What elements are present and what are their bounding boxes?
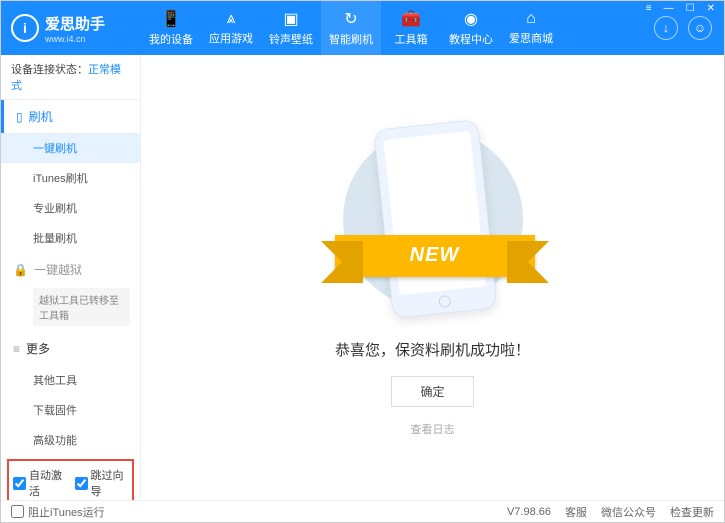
options-row: 自动激活 跳过向导 [7,459,134,500]
sidebar-item-advanced[interactable]: 高级功能 [1,425,140,455]
nav-ringtone[interactable]: ▣铃声壁纸 [261,1,321,55]
phone-icon: 📱 [161,9,181,29]
tutorial-icon: ◉ [464,9,478,29]
phone-icon: ▯ [16,110,23,124]
nav-store[interactable]: ⌂爱思商城 [501,1,561,55]
sidebar-item-onekey-flash[interactable]: 一键刷机 [1,133,140,163]
maximize-icon[interactable]: ☐ [683,3,698,14]
app-url: www.i4.cn [45,34,105,44]
app-name: 爱思助手 [45,13,105,34]
apps-icon: ⩓ [226,10,235,28]
list-icon: ≡ [13,342,20,356]
skip-guide-checkbox[interactable]: 跳过向导 [75,467,129,499]
nav-tabs: 📱我的设备 ⩓应用游戏 ▣铃声壁纸 ↻智能刷机 🧰工具箱 ◉教程中心 ⌂爱思商城 [141,1,654,55]
main-content: NEW 恭喜您，保资料刷机成功啦！ 确定 查看日志 [141,55,724,500]
nav-apps[interactable]: ⩓应用游戏 [201,1,261,55]
nav-tutorial[interactable]: ◉教程中心 [441,1,501,55]
window-controls: ≡ — ☐ ✕ [643,3,718,14]
app-header: ≡ — ☐ ✕ i 爱思助手 www.i4.cn 📱我的设备 ⩓应用游戏 ▣铃声… [1,1,724,55]
success-illustration: NEW [363,119,503,319]
flash-icon: ↻ [344,9,357,29]
auto-activate-checkbox[interactable]: 自动激活 [13,467,67,499]
sidebar-more-header[interactable]: ≡ 更多 [1,332,140,365]
footer: 阻止iTunes运行 V7.98.66 客服 微信公众号 检查更新 [1,500,724,522]
close-icon[interactable]: ✕ [704,3,718,14]
jailbreak-note: 越狱工具已转移至工具箱 [33,288,130,326]
sidebar-item-other-tools[interactable]: 其他工具 [1,365,140,395]
connection-status: 设备连接状态：正常模式 [1,55,140,100]
new-ribbon: NEW [335,235,535,277]
sidebar-item-itunes-flash[interactable]: iTunes刷机 [1,163,140,193]
confirm-button[interactable]: 确定 [391,376,473,407]
nav-toolbox[interactable]: 🧰工具箱 [381,1,441,55]
menu-icon[interactable]: ≡ [643,3,655,14]
sidebar-flash-header[interactable]: ▯ 刷机 [1,100,140,133]
user-icon[interactable]: ☺ [688,16,712,40]
download-icon[interactable]: ↓ [654,16,678,40]
logo-area: i 爱思助手 www.i4.cn [1,13,141,44]
footer-update[interactable]: 检查更新 [670,504,714,520]
store-icon: ⌂ [526,10,536,28]
sidebar-item-batch-flash[interactable]: 批量刷机 [1,223,140,253]
logo-icon: i [11,14,39,42]
header-actions: ↓ ☺ [654,16,724,40]
version-label: V7.98.66 [507,506,551,518]
view-log-link[interactable]: 查看日志 [411,421,455,437]
lock-icon: 🔒 [13,263,28,277]
minimize-icon[interactable]: — [661,3,677,14]
ringtone-icon: ▣ [283,9,298,29]
sidebar-item-pro-flash[interactable]: 专业刷机 [1,193,140,223]
toolbox-icon: 🧰 [401,9,421,29]
nav-my-device[interactable]: 📱我的设备 [141,1,201,55]
footer-service[interactable]: 客服 [565,504,587,520]
nav-flash[interactable]: ↻智能刷机 [321,1,381,55]
sidebar-item-download-fw[interactable]: 下载固件 [1,395,140,425]
sidebar: 设备连接状态：正常模式 ▯ 刷机 一键刷机 iTunes刷机 专业刷机 批量刷机… [1,55,141,500]
footer-wechat[interactable]: 微信公众号 [601,504,656,520]
success-message: 恭喜您，保资料刷机成功啦！ [335,339,530,360]
block-itunes-checkbox[interactable]: 阻止iTunes运行 [11,504,105,520]
sidebar-jailbreak-header[interactable]: 🔒 一键越狱 [1,253,140,286]
